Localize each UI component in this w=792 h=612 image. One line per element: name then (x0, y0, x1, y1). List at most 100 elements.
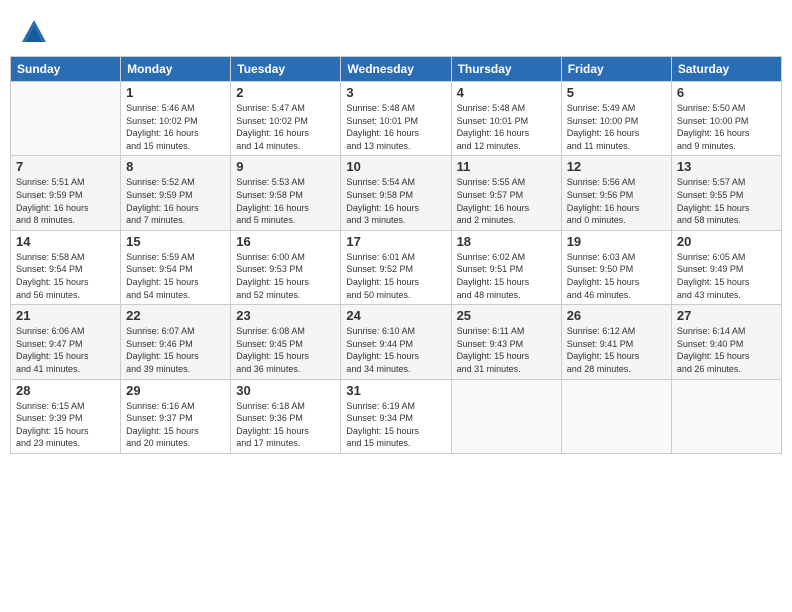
day-number: 11 (457, 159, 556, 174)
day-info: Sunrise: 6:00 AM Sunset: 9:53 PM Dayligh… (236, 251, 335, 301)
day-info: Sunrise: 6:02 AM Sunset: 9:51 PM Dayligh… (457, 251, 556, 301)
day-cell (561, 379, 671, 453)
day-cell: 13 Sunrise: 5:57 AM Sunset: 9:55 PM Dayli… (671, 156, 781, 230)
day-number: 6 (677, 85, 776, 100)
day-info: Sunrise: 5:55 AM Sunset: 9:57 PM Dayligh… (457, 176, 556, 226)
day-cell: 9Sunrise: 5:53 AM Sunset: 9:58 PM Daylig… (231, 156, 341, 230)
header-cell-friday: Friday (561, 57, 671, 82)
logo-icon (20, 18, 48, 46)
week-row-4: 21 Sunrise: 6:06 AM Sunset: 9:47 PM Dayli… (11, 305, 782, 379)
day-cell: 2 Sunrise: 5:47 AM Sunset: 10:02 PM Dayli… (231, 82, 341, 156)
day-cell: 16 Sunrise: 6:00 AM Sunset: 9:53 PM Dayli… (231, 230, 341, 304)
day-cell: 7 Sunrise: 5:51 AM Sunset: 9:59 PM Daylig… (11, 156, 121, 230)
day-cell: 6 Sunrise: 5:50 AM Sunset: 10:00 PM Dayli… (671, 82, 781, 156)
day-cell: 28Sunrise: 6:15 AM Sunset: 9:39 PM Dayli… (11, 379, 121, 453)
day-cell (451, 379, 561, 453)
week-row-2: 7 Sunrise: 5:51 AM Sunset: 9:59 PM Daylig… (11, 156, 782, 230)
day-cell: 21 Sunrise: 6:06 AM Sunset: 9:47 PM Dayli… (11, 305, 121, 379)
day-cell: 19 Sunrise: 6:03 AM Sunset: 9:50 PM Dayli… (561, 230, 671, 304)
day-info: Sunrise: 6:06 AM Sunset: 9:47 PM Dayligh… (16, 325, 115, 375)
day-number: 23 (236, 308, 335, 323)
day-number: 18 (457, 234, 556, 249)
day-number: 8 (126, 159, 225, 174)
day-info: Sunrise: 5:47 AM Sunset: 10:02 PM Daylig… (236, 102, 335, 152)
day-info: Sunrise: 5:51 AM Sunset: 9:59 PM Dayligh… (16, 176, 115, 226)
day-info: Sunrise: 6:12 AM Sunset: 9:41 PM Dayligh… (567, 325, 666, 375)
day-number: 30 (236, 383, 335, 398)
day-number: 15 (126, 234, 225, 249)
day-number: 4 (457, 85, 556, 100)
day-info: Sunrise: 6:05 AM Sunset: 9:49 PM Dayligh… (677, 251, 776, 301)
day-cell: 1 Sunrise: 5:46 AM Sunset: 10:02 PM Dayli… (121, 82, 231, 156)
calendar-table: SundayMondayTuesdayWednesdayThursdayFrid… (10, 56, 782, 454)
day-info: Sunrise: 5:49 AM Sunset: 10:00 PM Daylig… (567, 102, 666, 152)
day-number: 9 (236, 159, 335, 174)
day-number: 2 (236, 85, 335, 100)
day-number: 16 (236, 234, 335, 249)
day-cell: 14 Sunrise: 5:58 AM Sunset: 9:54 PM Dayli… (11, 230, 121, 304)
day-cell: 20 Sunrise: 6:05 AM Sunset: 9:49 PM Dayli… (671, 230, 781, 304)
day-number: 3 (346, 85, 445, 100)
day-cell: 30Sunrise: 6:18 AM Sunset: 9:36 PM Dayli… (231, 379, 341, 453)
day-number: 20 (677, 234, 776, 249)
day-cell: 24 Sunrise: 6:10 AM Sunset: 9:44 PM Dayli… (341, 305, 451, 379)
day-cell: 11 Sunrise: 5:55 AM Sunset: 9:57 PM Dayli… (451, 156, 561, 230)
day-cell: 22Sunrise: 6:07 AM Sunset: 9:46 PM Dayli… (121, 305, 231, 379)
day-cell: 8 Sunrise: 5:52 AM Sunset: 9:59 PM Daylig… (121, 156, 231, 230)
day-number: 7 (16, 159, 115, 174)
header-cell-tuesday: Tuesday (231, 57, 341, 82)
day-info: Sunrise: 6:01 AM Sunset: 9:52 PM Dayligh… (346, 251, 445, 301)
day-cell: 12Sunrise: 5:56 AM Sunset: 9:56 PM Dayli… (561, 156, 671, 230)
day-info: Sunrise: 5:54 AM Sunset: 9:58 PM Dayligh… (346, 176, 445, 226)
header-row: SundayMondayTuesdayWednesdayThursdayFrid… (11, 57, 782, 82)
calendar-header: SundayMondayTuesdayWednesdayThursdayFrid… (11, 57, 782, 82)
day-number: 19 (567, 234, 666, 249)
day-cell (11, 82, 121, 156)
day-cell: 25 Sunrise: 6:11 AM Sunset: 9:43 PM Dayli… (451, 305, 561, 379)
day-cell: 31 Sunrise: 6:19 AM Sunset: 9:34 PM Dayli… (341, 379, 451, 453)
day-cell: 17 Sunrise: 6:01 AM Sunset: 9:52 PM Dayli… (341, 230, 451, 304)
day-cell: 4 Sunrise: 5:48 AM Sunset: 10:01 PM Dayli… (451, 82, 561, 156)
week-row-3: 14 Sunrise: 5:58 AM Sunset: 9:54 PM Dayli… (11, 230, 782, 304)
header-cell-monday: Monday (121, 57, 231, 82)
day-number: 24 (346, 308, 445, 323)
day-info: Sunrise: 5:58 AM Sunset: 9:54 PM Dayligh… (16, 251, 115, 301)
day-number: 14 (16, 234, 115, 249)
day-cell: 3Sunrise: 5:48 AM Sunset: 10:01 PM Dayli… (341, 82, 451, 156)
day-cell: 5 Sunrise: 5:49 AM Sunset: 10:00 PM Dayli… (561, 82, 671, 156)
day-number: 28 (16, 383, 115, 398)
logo (20, 18, 50, 46)
day-info: Sunrise: 5:56 AM Sunset: 9:56 PM Dayligh… (567, 176, 666, 226)
week-row-5: 28Sunrise: 6:15 AM Sunset: 9:39 PM Dayli… (11, 379, 782, 453)
day-cell: 27Sunrise: 6:14 AM Sunset: 9:40 PM Dayli… (671, 305, 781, 379)
day-info: Sunrise: 6:11 AM Sunset: 9:43 PM Dayligh… (457, 325, 556, 375)
day-number: 26 (567, 308, 666, 323)
day-number: 31 (346, 383, 445, 398)
day-number: 22 (126, 308, 225, 323)
day-info: Sunrise: 6:08 AM Sunset: 9:45 PM Dayligh… (236, 325, 335, 375)
day-number: 17 (346, 234, 445, 249)
day-number: 13 (677, 159, 776, 174)
header-cell-sunday: Sunday (11, 57, 121, 82)
day-number: 25 (457, 308, 556, 323)
header-cell-wednesday: Wednesday (341, 57, 451, 82)
day-cell: 10Sunrise: 5:54 AM Sunset: 9:58 PM Dayli… (341, 156, 451, 230)
day-info: Sunrise: 6:10 AM Sunset: 9:44 PM Dayligh… (346, 325, 445, 375)
day-info: Sunrise: 5:48 AM Sunset: 10:01 PM Daylig… (457, 102, 556, 152)
day-info: Sunrise: 6:03 AM Sunset: 9:50 PM Dayligh… (567, 251, 666, 301)
day-info: Sunrise: 5:52 AM Sunset: 9:59 PM Dayligh… (126, 176, 225, 226)
day-cell: 29Sunrise: 6:16 AM Sunset: 9:37 PM Dayli… (121, 379, 231, 453)
day-number: 5 (567, 85, 666, 100)
day-info: Sunrise: 5:57 AM Sunset: 9:55 PM Dayligh… (677, 176, 776, 226)
day-number: 1 (126, 85, 225, 100)
day-info: Sunrise: 5:59 AM Sunset: 9:54 PM Dayligh… (126, 251, 225, 301)
day-number: 21 (16, 308, 115, 323)
day-info: Sunrise: 5:50 AM Sunset: 10:00 PM Daylig… (677, 102, 776, 152)
week-row-1: 1 Sunrise: 5:46 AM Sunset: 10:02 PM Dayli… (11, 82, 782, 156)
day-cell (671, 379, 781, 453)
header-cell-thursday: Thursday (451, 57, 561, 82)
day-cell: 18 Sunrise: 6:02 AM Sunset: 9:51 PM Dayli… (451, 230, 561, 304)
day-info: Sunrise: 6:19 AM Sunset: 9:34 PM Dayligh… (346, 400, 445, 450)
day-info: Sunrise: 5:46 AM Sunset: 10:02 PM Daylig… (126, 102, 225, 152)
header-cell-saturday: Saturday (671, 57, 781, 82)
